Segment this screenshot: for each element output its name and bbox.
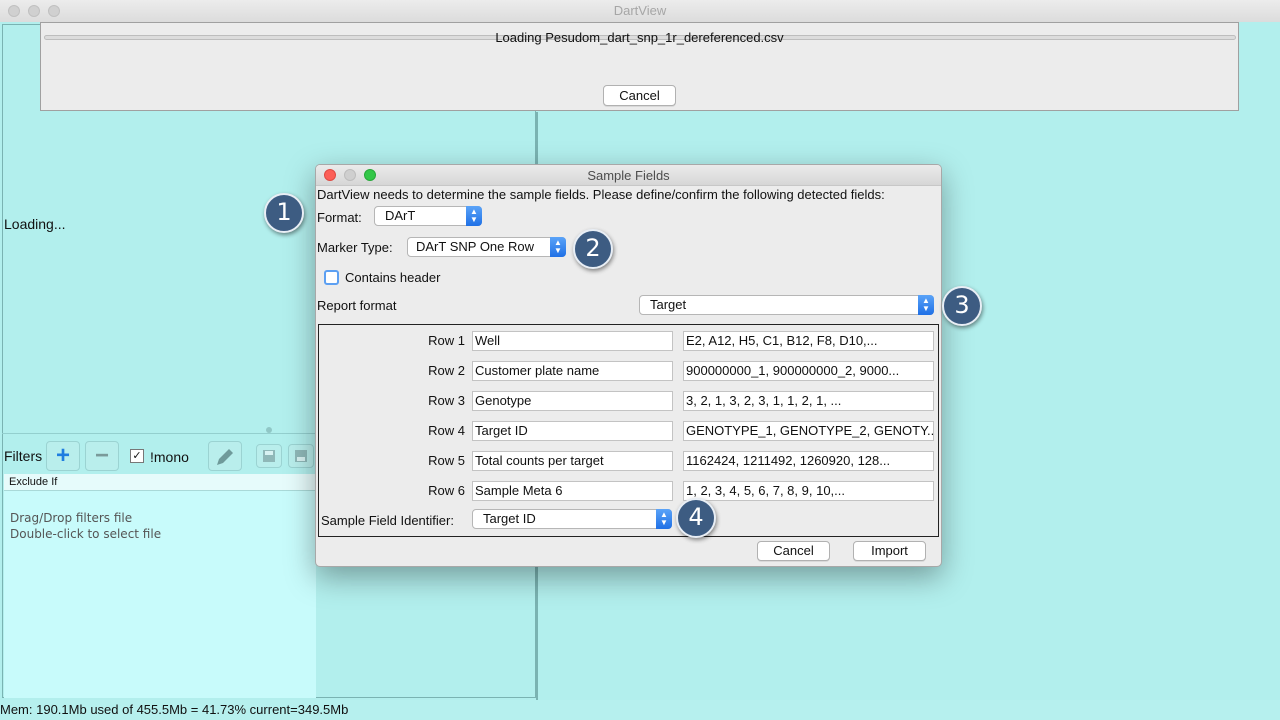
row-label: Row 4: [428, 423, 465, 438]
callout-badge-3: 3: [942, 286, 982, 326]
contains-header-checkbox[interactable]: [324, 270, 339, 285]
pencil-icon: [217, 449, 233, 465]
report-format-label: Report format: [317, 298, 397, 313]
marker-type-label: Marker Type:: [317, 240, 393, 255]
updown-arrow-icon: ▲ ▼: [550, 237, 566, 257]
row-name-input[interactable]: Target ID: [472, 421, 673, 441]
format-value: DArT: [385, 208, 416, 223]
mono-label: !mono: [150, 449, 189, 465]
callout-badge-4: 4: [676, 498, 716, 538]
row-values-field: 1162424, 1211492, 1260920, 128...: [683, 451, 934, 471]
window-title: DartView: [613, 3, 667, 18]
filters-label: Filters: [4, 448, 43, 464]
row-label: Row 2: [428, 363, 465, 378]
row-name-input[interactable]: Total counts per target: [472, 451, 673, 471]
add-filter-button[interactable]: +: [46, 441, 80, 471]
row-name-input[interactable]: Genotype: [472, 391, 673, 411]
loading-text: Loading...: [4, 216, 66, 232]
splitter-handle[interactable]: [266, 427, 272, 433]
row-name-input[interactable]: Customer plate name: [472, 361, 673, 381]
contains-header-label: Contains header: [345, 270, 441, 285]
save-filter-button[interactable]: [256, 444, 282, 468]
plus-icon: +: [55, 442, 70, 469]
report-format-value: Target: [650, 297, 687, 312]
minus-icon: −: [94, 442, 109, 469]
marker-type-value: DArT SNP One Row: [416, 239, 535, 254]
row-values-field: E2, A12, H5, C1, B12, F8, D10,...: [683, 331, 934, 351]
import-button[interactable]: Import: [853, 541, 926, 561]
progress-cancel-button[interactable]: Cancel: [603, 85, 676, 106]
save-icon: [263, 450, 275, 462]
callout-badge-1: 1: [264, 193, 304, 233]
row-label: Row 3: [428, 393, 465, 408]
edit-filter-button[interactable]: [208, 441, 242, 471]
dialog-title: Sample Fields: [587, 168, 670, 183]
row-values-field: 3, 2, 1, 3, 2, 3, 1, 1, 2, 1, ...: [683, 391, 934, 411]
row-values-field: 1, 2, 3, 4, 5, 6, 7, 8, 9, 10,...: [683, 481, 934, 501]
sample-field-identifier-value: Target ID: [483, 511, 536, 526]
drag-drop-hint: Drag/Drop filters file Double-click to s…: [10, 510, 161, 542]
updown-arrow-icon: ▲ ▼: [656, 509, 672, 529]
load-icon: [295, 450, 307, 462]
mono-checkbox[interactable]: ✓: [130, 449, 144, 463]
format-label: Format:: [317, 210, 362, 225]
row-label: Row 6: [428, 483, 465, 498]
row-name-input[interactable]: Sample Meta 6: [472, 481, 673, 501]
drag-drop-line2: Double-click to select file: [10, 527, 162, 541]
row-name-input[interactable]: Well: [472, 331, 673, 351]
row-values-field: GENOTYPE_1, GENOTYPE_2, GENOTY...: [683, 421, 934, 441]
dialog-cancel-button[interactable]: Cancel: [757, 541, 830, 561]
sample-field-identifier-label: Sample Field Identifier:: [321, 513, 454, 528]
row-label: Row 1: [428, 333, 465, 348]
updown-arrow-icon: ▲ ▼: [918, 295, 934, 315]
marker-type-select[interactable]: DArT SNP One Row ▲ ▼: [407, 237, 566, 257]
dialog-instruction: DartView needs to determine the sample f…: [317, 187, 885, 202]
updown-arrow-icon: ▲ ▼: [466, 206, 482, 226]
sample-fields-dialog: Sample Fields DartView needs to determin…: [315, 164, 942, 567]
row-values-field: 900000000_1, 900000000_2, 9000...: [683, 361, 934, 381]
sample-rows-table: Row 1 Well E2, A12, H5, C1, B12, F8, D10…: [318, 324, 939, 537]
progress-label: Loading Pesudom_dart_snp_1r_dereferenced…: [495, 30, 784, 45]
format-select[interactable]: DArT ▲ ▼: [374, 206, 482, 226]
row-label: Row 5: [428, 453, 465, 468]
sample-field-identifier-select[interactable]: Target ID ▲ ▼: [472, 509, 672, 529]
window-titlebar: DartView: [0, 0, 1280, 23]
drag-drop-line1: Drag/Drop filters file: [10, 511, 133, 525]
callout-badge-2: 2: [573, 229, 613, 269]
exclude-if-header: Exclude If: [4, 474, 316, 491]
report-format-select[interactable]: Target ▲ ▼: [639, 295, 934, 315]
remove-filter-button[interactable]: −: [85, 441, 119, 471]
memory-status: Mem: 190.1Mb used of 455.5Mb = 41.73% cu…: [0, 702, 349, 717]
load-filter-button[interactable]: [288, 444, 314, 468]
dialog-titlebar: Sample Fields: [316, 165, 941, 186]
